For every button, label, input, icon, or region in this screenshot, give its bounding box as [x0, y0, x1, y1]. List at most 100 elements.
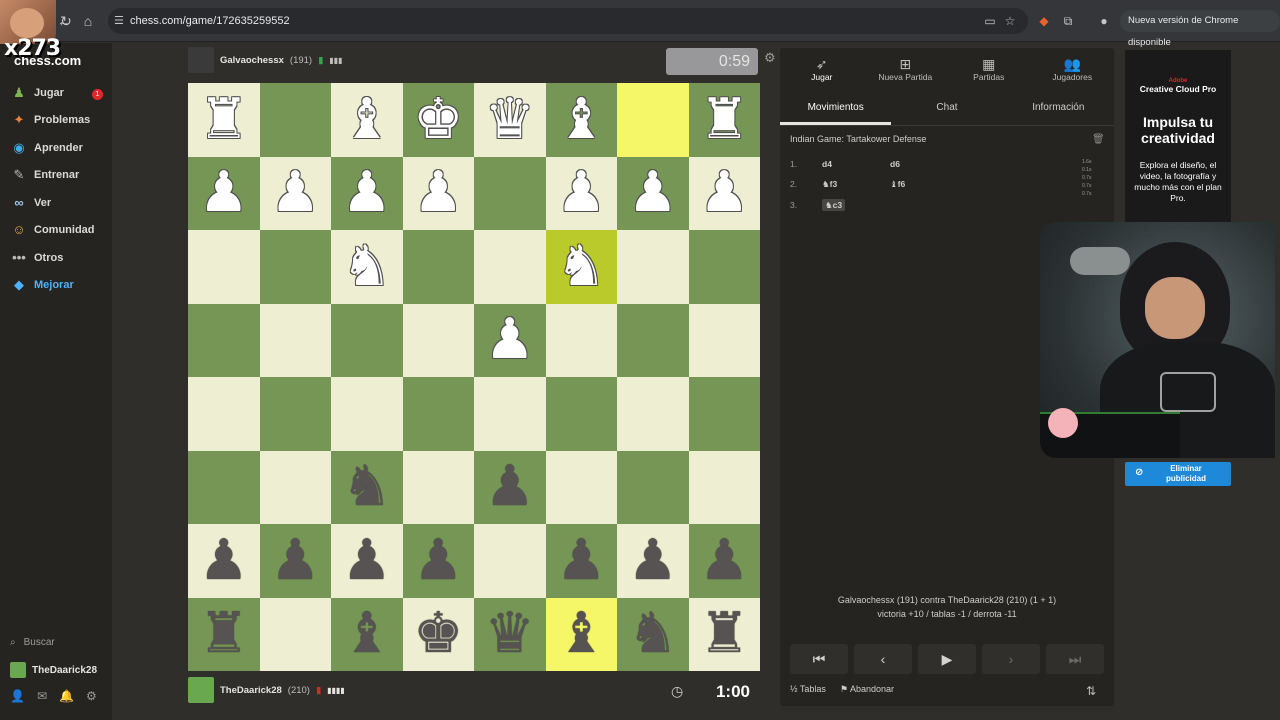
white-bishop-icon[interactable]: ♝ — [556, 91, 606, 148]
top-player-name[interactable]: Galvaochessx — [220, 55, 284, 66]
sidebar-item-comunidad[interactable]: ☺ Comunidad — [10, 219, 110, 241]
sidebar-item-aprender[interactable]: ◉ Aprender — [10, 137, 110, 159]
square-e3[interactable]: ♟ — [474, 450, 546, 524]
white-move[interactable]: d4 — [822, 159, 890, 169]
tab-nueva-partida[interactable]: ⊞ Nueva Partida — [864, 48, 948, 90]
square-h5[interactable] — [688, 303, 760, 377]
square-b3[interactable] — [259, 450, 331, 524]
site-info-icon[interactable]: ☰ — [114, 8, 124, 34]
sidebar-item-problemas[interactable]: ✦ Problemas — [10, 109, 110, 131]
square-c6[interactable]: ♞ — [331, 230, 403, 304]
black-bishop-icon[interactable]: ♝ — [556, 606, 606, 662]
square-f7[interactable]: ♟ — [545, 156, 617, 230]
square-b4[interactable] — [259, 377, 331, 451]
opening-name[interactable]: Indian Game: Tartakower Defense — [790, 134, 926, 144]
white-pawn-icon[interactable]: ♟ — [485, 312, 535, 368]
black-pawn-icon[interactable]: ♟ — [699, 532, 749, 589]
square-h1[interactable]: ♜ — [688, 597, 760, 671]
square-a8[interactable]: ♜ — [188, 83, 260, 157]
square-c1[interactable]: ♝ — [331, 597, 403, 671]
square-a7[interactable]: ♟ — [188, 156, 260, 230]
white-pawn-icon[interactable]: ♟ — [270, 165, 320, 221]
draw-button[interactable]: ½ Tablas — [790, 684, 826, 695]
play-icon[interactable]: ▶ — [918, 644, 976, 674]
square-g2[interactable]: ♟ — [617, 524, 689, 598]
next-move-icon[interactable]: › — [982, 644, 1040, 674]
black-pawn-icon[interactable]: ♟ — [628, 532, 678, 589]
square-h4[interactable] — [688, 377, 760, 451]
square-h2[interactable]: ♟ — [688, 524, 760, 598]
square-d6[interactable] — [402, 230, 474, 304]
square-d1[interactable]: ♚ — [402, 597, 474, 671]
bell-icon[interactable]: 🔔 — [59, 689, 74, 703]
square-d2[interactable]: ♟ — [402, 524, 474, 598]
mail-icon[interactable]: ✉ — [37, 689, 47, 703]
square-b8[interactable] — [259, 83, 331, 157]
square-b6[interactable] — [259, 230, 331, 304]
square-f6[interactable]: ♞ — [545, 230, 617, 304]
square-e5[interactable]: ♟ — [474, 303, 546, 377]
white-rook-icon[interactable]: ♜ — [199, 91, 249, 148]
black-rook-icon[interactable]: ♜ — [199, 606, 249, 662]
black-move[interactable] — [890, 200, 950, 211]
black-knight-icon[interactable]: ♞ — [342, 459, 392, 515]
white-move[interactable]: ♞f3 — [822, 179, 890, 190]
square-e4[interactable] — [474, 377, 546, 451]
square-c3[interactable]: ♞ — [331, 450, 403, 524]
square-b1[interactable] — [259, 597, 331, 671]
square-c8[interactable]: ♝ — [331, 83, 403, 157]
black-rook-icon[interactable]: ♜ — [699, 606, 749, 662]
black-knight-icon[interactable]: ♞ — [628, 606, 678, 662]
white-queen-icon[interactable]: ♛ — [485, 91, 535, 148]
black-bishop-icon[interactable]: ♝ — [342, 606, 392, 662]
white-king-icon[interactable]: ♚ — [413, 91, 463, 148]
square-c2[interactable]: ♟ — [331, 524, 403, 598]
subtab-chat[interactable]: Chat — [891, 96, 1002, 125]
square-a6[interactable] — [188, 230, 260, 304]
square-f1[interactable]: ♝ — [545, 597, 617, 671]
avatar[interactable] — [188, 677, 214, 703]
square-a2[interactable]: ♟ — [188, 524, 260, 598]
square-d4[interactable] — [402, 377, 474, 451]
white-pawn-icon[interactable]: ♟ — [699, 165, 749, 221]
white-pawn-icon[interactable]: ♟ — [199, 165, 249, 221]
subtab-movimientos[interactable]: Movimientos — [780, 96, 892, 125]
sidebar-item-mejorar[interactable]: ◆ Mejorar — [10, 274, 110, 296]
extension-icon[interactable]: ◆ — [1036, 13, 1052, 29]
square-h8[interactable]: ♜ — [688, 83, 760, 157]
square-b2[interactable]: ♟ — [259, 524, 331, 598]
black-queen-icon[interactable]: ♛ — [485, 606, 535, 662]
avatar[interactable] — [188, 47, 214, 73]
remove-ads-button[interactable]: ⊘ Eliminar publicidad — [1125, 462, 1231, 486]
resign-button[interactable]: ⚑ Abandonar — [840, 684, 894, 695]
black-king-icon[interactable]: ♚ — [413, 606, 463, 662]
black-move[interactable]: d6 — [890, 159, 950, 169]
square-h3[interactable] — [688, 450, 760, 524]
square-g8[interactable] — [617, 83, 689, 157]
gear-icon[interactable]: ⚙ — [86, 689, 97, 703]
bottom-player-name[interactable]: TheDaarick28 — [220, 685, 282, 696]
square-g3[interactable] — [617, 450, 689, 524]
square-d7[interactable]: ♟ — [402, 156, 474, 230]
home-icon[interactable]: ⌂ — [78, 11, 98, 31]
square-c4[interactable] — [331, 377, 403, 451]
white-pawn-icon[interactable]: ♟ — [556, 165, 606, 221]
extensions-puzzle-icon[interactable]: ⧉ — [1060, 13, 1076, 29]
board-settings-gear-icon[interactable]: ⚙ — [764, 50, 776, 66]
square-e7[interactable] — [474, 156, 546, 230]
square-c5[interactable] — [331, 303, 403, 377]
install-icon[interactable]: ▭ — [982, 13, 998, 29]
black-pawn-icon[interactable]: ♟ — [270, 532, 320, 589]
tab-jugadores[interactable]: 👥 Jugadores — [1031, 48, 1115, 90]
white-knight-icon[interactable]: ♞ — [556, 238, 606, 295]
last-move-icon[interactable]: ⏭ — [1046, 644, 1104, 674]
white-knight-icon[interactable]: ♞ — [342, 238, 392, 295]
black-pawn-icon[interactable]: ♟ — [485, 459, 535, 515]
current-move[interactable]: ♞c3 — [822, 199, 846, 211]
subtab-informacion[interactable]: Información — [1003, 96, 1114, 125]
white-pawn-icon[interactable]: ♟ — [628, 165, 678, 221]
trash-icon[interactable]: 🗑 — [1092, 134, 1105, 145]
square-g7[interactable]: ♟ — [617, 156, 689, 230]
white-rook-icon[interactable]: ♜ — [699, 91, 749, 148]
square-a5[interactable] — [188, 303, 260, 377]
